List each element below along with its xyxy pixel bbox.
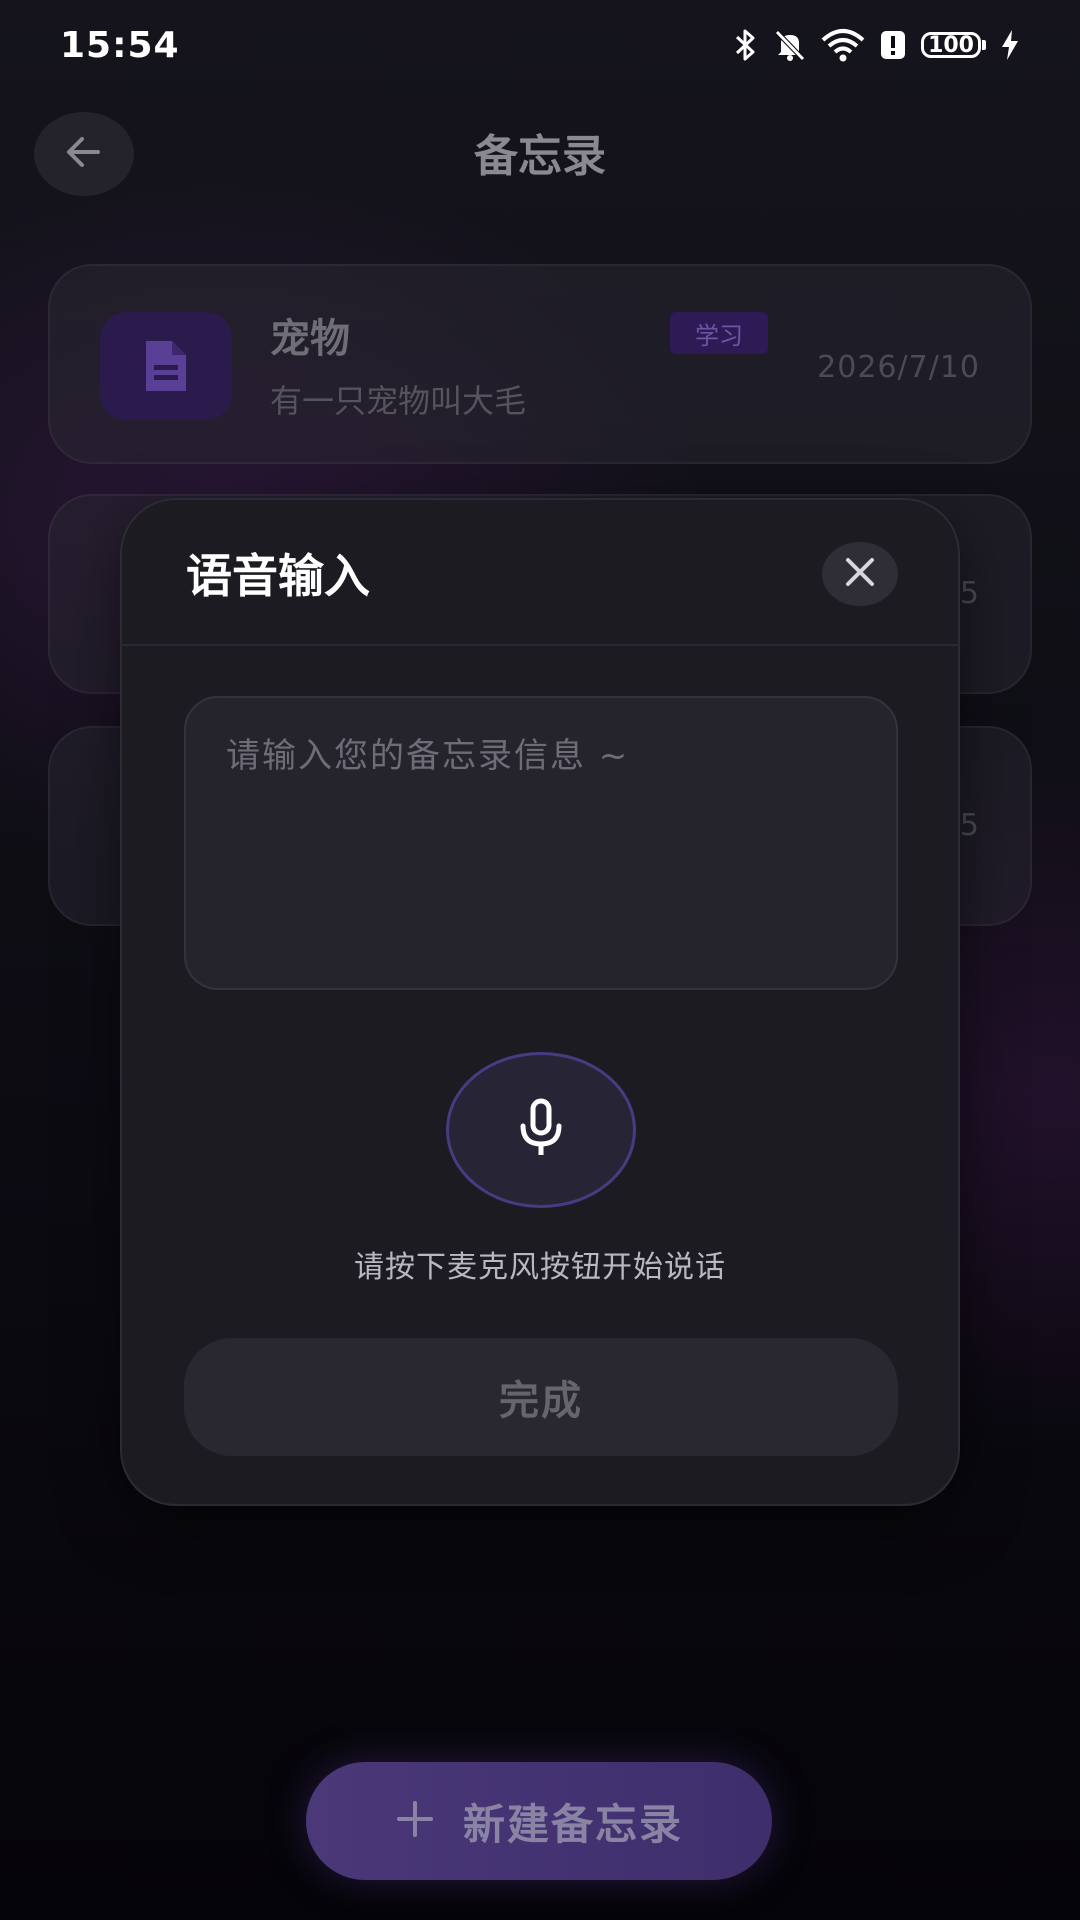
new-memo-label: 新建备忘录 — [462, 1799, 683, 1849]
new-memo-button[interactable]: 新建备忘录 — [306, 1762, 772, 1880]
status-time: 15:54 — [60, 24, 180, 66]
wifi-icon — [821, 28, 865, 62]
alert-icon — [879, 29, 907, 61]
memo-text-input[interactable] — [184, 696, 898, 990]
plus-icon — [395, 1799, 435, 1843]
battery-level: 100 — [921, 32, 981, 58]
microphone-icon — [515, 1098, 567, 1162]
dialog-divider — [122, 644, 958, 646]
microphone-hint: 请按下麦克风按钮开始说话 — [354, 1250, 726, 1285]
memo-date: 2026/7/10 — [817, 350, 980, 385]
dialog-title: 语音输入 — [186, 549, 370, 603]
microphone-button[interactable] — [446, 1052, 636, 1208]
charging-icon — [1000, 29, 1020, 61]
memo-date: 5 — [959, 576, 980, 611]
voice-input-dialog: 语音输入 请按下麦克风按钮开始说话 完成 — [120, 498, 960, 1506]
document-icon — [100, 312, 232, 420]
status-icons: 100 — [733, 28, 1020, 62]
memo-card[interactable]: 宠物 有一只宠物叫大毛 学习 2026/7/10 — [48, 264, 1032, 464]
bluetooth-icon — [733, 28, 759, 62]
battery-icon: 100 — [921, 32, 986, 58]
page-title: 备忘录 — [474, 131, 606, 182]
memo-description: 有一只宠物叫大毛 — [270, 382, 527, 420]
notifications-off-icon — [773, 28, 807, 62]
close-button[interactable] — [822, 542, 898, 606]
close-icon — [843, 555, 877, 593]
memo-tag: 学习 — [670, 312, 768, 354]
done-button[interactable]: 完成 — [184, 1338, 898, 1456]
memo-date: 5 — [959, 808, 980, 843]
memo-title: 宠物 — [270, 316, 350, 362]
status-bar: 15:54 100 — [0, 0, 1080, 90]
